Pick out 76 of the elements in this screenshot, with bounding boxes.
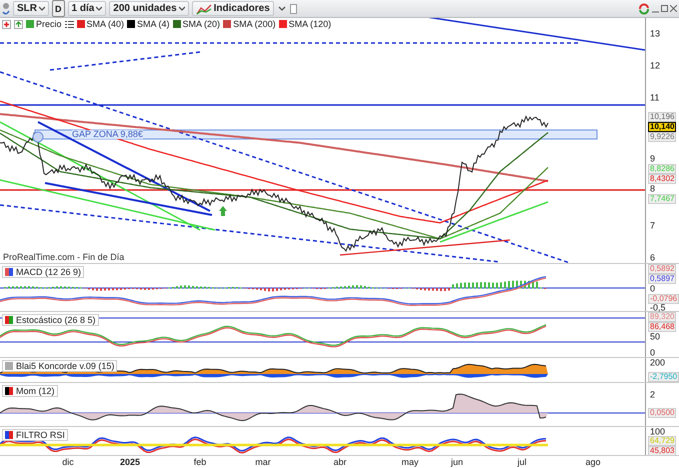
- axis-tick-label: 100: [650, 427, 666, 436]
- caret-icon: [39, 6, 45, 11]
- legend-label[interactable]: SMA (200): [233, 19, 276, 29]
- connection-icon[interactable]: [2, 2, 10, 16]
- panel-icon[interactable]: [290, 4, 297, 14]
- indicator-icon: [5, 387, 13, 395]
- refresh-icon[interactable]: [638, 2, 650, 14]
- legend-label[interactable]: SMA (4): [137, 19, 170, 29]
- list-icon[interactable]: [64, 20, 74, 28]
- value-tag: 45,803: [648, 446, 676, 456]
- chart-icon: [196, 2, 212, 14]
- caret-icon: [96, 6, 102, 11]
- legend-label[interactable]: SMA (20): [182, 19, 220, 29]
- value-tag: 8,4302: [648, 174, 676, 184]
- axis-date-label: jun: [451, 457, 463, 467]
- value-tag: 8,8286: [648, 164, 676, 174]
- legend-label[interactable]: Precio: [36, 19, 62, 29]
- axis-date-label: may: [402, 457, 418, 467]
- indicator-name: Blai5 Koncorde v.09 (15): [16, 361, 114, 371]
- axis-date-label: jul: [518, 457, 526, 467]
- axis-date-label: dic: [62, 457, 74, 467]
- value-tag: 0,5897: [648, 274, 676, 284]
- axis-date-label: ago: [585, 457, 601, 467]
- axis-date-label: abr: [334, 457, 346, 467]
- axis-tick-label: -0,5: [650, 304, 666, 312]
- annotation-label: GAP ZONA 9,88€: [72, 130, 143, 139]
- indicator-name: Estocástico (26 8 5): [16, 315, 96, 325]
- maximize-icon[interactable]: [661, 5, 668, 12]
- value-tag: 0,5892: [648, 264, 676, 274]
- value-tag: -2,7950: [648, 372, 679, 382]
- timeframe-selector[interactable]: 1 día: [68, 1, 106, 16]
- value-tag: 0,0500: [648, 408, 676, 418]
- legend-label[interactable]: SMA (40): [86, 19, 124, 29]
- axis-date-label: feb: [194, 457, 206, 467]
- axis-date-label: 2025: [120, 457, 140, 467]
- indicator-name: FILTRO RSI: [16, 430, 65, 440]
- axis-tick-label: 7: [650, 222, 656, 230]
- circle-marker: [32, 132, 44, 142]
- axis-tick-label: 0: [650, 284, 656, 293]
- axis-tick-label: 11: [650, 94, 660, 102]
- indicator-icon: [5, 431, 13, 439]
- add-icon[interactable]: [2, 20, 11, 28]
- indicator-icon: [5, 316, 13, 324]
- value-tag: 86,468: [648, 322, 676, 332]
- units-selector[interactable]: 200 unidades: [109, 1, 189, 16]
- legend-label[interactable]: SMA (120): [288, 19, 332, 29]
- axis-tick-label: 6: [650, 254, 656, 262]
- indicator-name: MACD (12 26 9): [16, 267, 82, 277]
- value-tag: -0,0796: [648, 294, 679, 304]
- axis-date-label: mar: [255, 457, 271, 467]
- axis-tick-label: 9: [650, 154, 656, 164]
- value-tag: 10,140: [648, 122, 676, 132]
- symbol-selector[interactable]: SLR: [13, 1, 49, 16]
- indicators-button[interactable]: Indicadores: [192, 1, 274, 16]
- axis-tick-label: 2: [650, 390, 656, 400]
- arrow-up-icon[interactable]: [14, 20, 23, 28]
- indicator-icon: [5, 362, 13, 370]
- caret-icon[interactable]: [276, 4, 287, 12]
- close-icon[interactable]: [670, 5, 677, 12]
- caret-icon: [178, 6, 185, 11]
- value-tag: 10,196: [648, 112, 676, 122]
- value-tag: 89,320: [648, 312, 676, 322]
- axis-tick-label: 12: [650, 62, 660, 70]
- axis-tick-label: 8: [650, 184, 656, 194]
- axis-tick-label: 50: [650, 332, 660, 341]
- up-arrow-icon: [219, 206, 227, 216]
- source-label: ProRealTime.com - Fin de Día: [3, 252, 124, 262]
- axis-tick-label: 13: [650, 30, 660, 38]
- period-badge[interactable]: D: [52, 0, 64, 17]
- indicator-name: Mom (12): [16, 386, 55, 396]
- value-tag: 64,729: [648, 436, 676, 446]
- value-tag: 7,7467: [648, 194, 676, 204]
- axis-tick-label: 0: [650, 348, 656, 358]
- axis-tick-label: 200: [650, 358, 666, 367]
- value-tag: 9,9226: [648, 132, 676, 142]
- indicator-icon: [5, 268, 13, 276]
